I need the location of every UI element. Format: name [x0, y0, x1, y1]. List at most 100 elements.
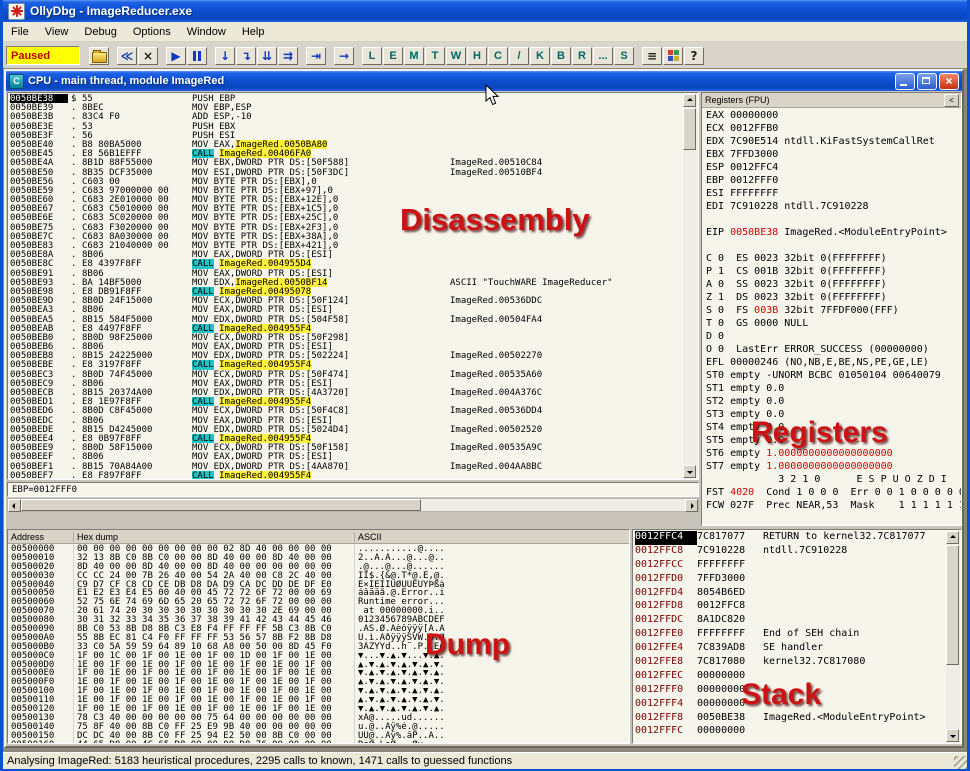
view-patches-button[interactable]: / — [509, 47, 529, 65]
register-line[interactable] — [706, 214, 961, 227]
dump-row[interactable]: 005000908B C0 53 8B D8 8B C3 E8 F4 FF FF… — [8, 624, 629, 633]
stack-row[interactable]: 0012FFD80012FFC8 — [635, 600, 945, 614]
help-button[interactable]: ? — [684, 47, 704, 65]
disasm-row[interactable]: 0050BEBE.E8 3197F8FFCALL ImageRed.004955… — [10, 360, 682, 369]
view-memory-button[interactable]: M — [404, 47, 424, 65]
disasm-row[interactable]: 0050BEEF.8B06MOV EAX,DWORD PTR DS:[ESI] — [10, 452, 682, 461]
disasm-row[interactable]: 0050BEB0.8B0D 98F25000MOV ECX,DWORD PTR … — [10, 333, 682, 342]
scrollbar-thumb[interactable] — [946, 545, 959, 665]
register-line[interactable]: ST0 empty -UNORM BCBC 01050104 00640079 — [706, 370, 961, 383]
dump-row[interactable]: 005001001F 00 1E 00 1F 00 1E 00 1F 00 1E… — [8, 686, 629, 695]
view-threads-button[interactable]: T — [425, 47, 445, 65]
disasm-row[interactable]: 0050BE3B.83C4 F0ADD ESP,-10 — [10, 112, 682, 121]
register-line[interactable]: EFL 00000246 (NO,NB,E,BE,NS,PE,GE,LE) — [706, 357, 961, 370]
scroll-up-button[interactable] — [683, 94, 696, 107]
register-line[interactable]: A 0 SS 0023 32bit 0(FFFFFFFF) — [706, 279, 961, 292]
step-into-button[interactable]: ↓ — [215, 47, 235, 65]
disassembly-vscrollbar[interactable] — [683, 94, 697, 478]
register-line[interactable]: Z 1 DS 0023 32bit 0(FFFFFFFF) — [706, 292, 961, 305]
stack-row[interactable]: 0012FFFC00000000 — [635, 725, 945, 739]
dump-col-ascii[interactable]: ASCII — [355, 532, 629, 542]
step-over-button[interactable]: ↴ — [236, 47, 256, 65]
register-line[interactable]: ST6 empty 1.0000000000000000000 — [706, 448, 961, 461]
register-line[interactable]: EIP 0050BE38 ImageRed.<ModuleEntryPoint> — [706, 227, 961, 240]
disasm-row[interactable]: 0050BE60.C683 2E010000 00MOV BYTE PTR DS… — [10, 195, 682, 204]
pause-button[interactable] — [187, 47, 207, 65]
dump-row[interactable]: 005000208D 40 00 00 8D 40 00 00 8D 40 00… — [8, 562, 629, 571]
view-windows-button[interactable]: W — [446, 47, 466, 65]
register-line[interactable]: FST 4020 Cond 1 0 0 0 Err 0 0 1 0 0 0 0 … — [706, 487, 961, 500]
dump-row[interactable]: 00500030CC CC 24 00 7B 26 40 00 54 2A 40… — [8, 571, 629, 580]
menu-options[interactable]: Options — [125, 24, 179, 40]
register-line[interactable]: S 0 FS 003B 32bit 7FFDF000(FFF) — [706, 305, 961, 318]
menu-file[interactable]: File — [3, 24, 37, 40]
disasm-row[interactable]: 0050BE38$55PUSH EBP — [10, 94, 682, 103]
register-line[interactable]: EDX 7C90E514 ntdll.KiFastSystemCallRet — [706, 136, 961, 149]
scroll-right-button[interactable] — [685, 499, 698, 512]
disasm-row[interactable]: 0050BE45.E8 56B1EFFFCALL ImageRed.00406F… — [10, 149, 682, 158]
dump-row[interactable]: 0050008030 31 32 33 34 35 36 37 38 39 41… — [8, 615, 629, 624]
stack-row[interactable]: 0012FFE0FFFFFFFFEnd of SEH chain — [635, 628, 945, 642]
restart-button[interactable]: ≪ — [117, 47, 137, 65]
disasm-row[interactable]: 0050BECB.8B15 20374A00MOV EDX,DWORD PTR … — [10, 388, 682, 397]
go-to-address-button[interactable]: → — [334, 47, 354, 65]
stack-row[interactable]: 0012FFF400000000 — [635, 698, 945, 712]
dump-row[interactable]: 00500150DC DC 40 00 8B C0 FF 25 94 E2 50… — [8, 731, 629, 740]
stack-row[interactable]: 0012FFEC00000000 — [635, 670, 945, 684]
disasm-row[interactable]: 0050BE8A.8B06MOV EAX,DWORD PTR DS:[ESI] — [10, 250, 682, 259]
dump-row[interactable]: 0050001032 13 8B C0 8B C0 00 00 8D 40 00… — [8, 553, 629, 562]
disasm-row[interactable]: 0050BE67.C683 C5010000 00MOV BYTE PTR DS… — [10, 204, 682, 213]
register-line[interactable]: 3 2 1 0 E S P U O Z D I — [706, 474, 961, 487]
menu-view[interactable]: View — [37, 24, 77, 40]
dump-row[interactable]: 005000A055 8B EC 81 C4 F0 FF FF FF 53 56… — [8, 633, 629, 642]
register-line[interactable]: ESP 0012FFC4 — [706, 162, 961, 175]
disasm-row[interactable]: 0050BEC9.8B06MOV EAX,DWORD PTR DS:[ESI] — [10, 379, 682, 388]
dump-col-address[interactable]: Address — [8, 532, 74, 542]
register-line[interactable]: O 0 LastErr ERROR_SUCCESS (00000000) — [706, 344, 961, 357]
register-line[interactable]: ECX 0012FFB0 — [706, 123, 961, 136]
disasm-row[interactable]: 0050BEAB.E8 4497F8FFCALL ImageRed.004955… — [10, 324, 682, 333]
dump-row[interactable]: 0050014075 8F 40 00 8B C0 FF 25 E9 9B 40… — [8, 722, 629, 731]
disasm-row[interactable]: 0050BEA5.8B15 584F5000MOV EDX,DWORD PTR … — [10, 315, 682, 324]
scroll-down-button[interactable] — [946, 729, 959, 742]
stack-vscrollbar[interactable] — [946, 531, 960, 742]
menu-help[interactable]: Help — [234, 24, 273, 40]
disasm-row[interactable]: 0050BE93.BA 14BF5000MOV EDX,ImageRed.005… — [10, 278, 682, 287]
disasm-row[interactable]: 0050BE39.8BECMOV EBP,ESP — [10, 103, 682, 112]
stack-row[interactable]: 0012FFDC8A1DC820 — [635, 614, 945, 628]
dump-row[interactable]: 005000D01E 00 1F 00 1E 00 1F 00 1E 00 1F… — [8, 660, 629, 669]
cpu-title-bar[interactable]: C CPU - main thread, module ImageRed — [6, 71, 962, 91]
register-line[interactable]: EBP 0012FFF0 — [706, 175, 961, 188]
dump-row[interactable]: 0050007020 61 74 20 30 30 30 30 30 30 30… — [8, 606, 629, 615]
options-button[interactable]: ≡ — [642, 47, 662, 65]
view-log-button[interactable]: L — [362, 47, 382, 65]
register-line[interactable]: ST3 empty 0.0 — [706, 409, 961, 422]
stack-row[interactable]: 0012FFE87C817080kernel32.7C817080 — [635, 656, 945, 670]
menu-debug[interactable]: Debug — [76, 24, 124, 40]
view-references-button[interactable]: R — [572, 47, 592, 65]
register-line[interactable]: T 0 GS 0000 NULL — [706, 318, 961, 331]
stack-row[interactable]: 0012FFD48054B6ED — [635, 587, 945, 601]
disassembly-hscrollbar[interactable] — [7, 498, 699, 512]
dump-col-hex[interactable]: Hex dump — [74, 532, 355, 542]
view-source-button[interactable]: S — [614, 47, 634, 65]
disasm-row[interactable]: 0050BE59.C683 97000000 00MOV BYTE PTR DS… — [10, 186, 682, 195]
close-button[interactable] — [939, 73, 959, 90]
disasm-row[interactable]: 0050BE75.C683 F3020000 00MOV BYTE PTR DS… — [10, 223, 682, 232]
disasm-row[interactable]: 0050BE56.C603 00MOV BYTE PTR DS:[EBX],0 — [10, 177, 682, 186]
animate-into-button[interactable]: ⇊ — [257, 47, 277, 65]
disasm-row[interactable]: 0050BE4A.8B1D 88F55000MOV EBX,DWORD PTR … — [10, 158, 682, 167]
scroll-up-button[interactable] — [946, 531, 959, 544]
stack-row[interactable]: 0012FFF000000000 — [635, 684, 945, 698]
stack-row[interactable]: 0012FFE47C839AD8SE handler — [635, 642, 945, 656]
register-line[interactable]: ST4 empty 0.0 — [706, 422, 961, 435]
register-line[interactable]: ST2 empty 0.0 — [706, 396, 961, 409]
resize-grip[interactable] — [954, 756, 967, 769]
disasm-row[interactable]: 0050BEDC.8B06MOV EAX,DWORD PTR DS:[ESI] — [10, 416, 682, 425]
dump-row[interactable]: 00500050E1 E2 E3 E4 E5 00 40 00 45 72 72… — [8, 588, 629, 597]
disasm-row[interactable]: 0050BE98.E8 DB91F8FFCALL ImageRed.004950… — [10, 287, 682, 296]
dump-row[interactable]: 005000C01F 00 1C 00 1F 00 1E 00 1F 00 1D… — [8, 651, 629, 660]
menu-window[interactable]: Window — [179, 24, 234, 40]
disasm-row[interactable]: 0050BEA3.8B06MOV EAX,DWORD PTR DS:[ESI] — [10, 305, 682, 314]
disasm-row[interactable]: 0050BEDE.8B15 D4245000MOV EDX,DWORD PTR … — [10, 425, 682, 434]
